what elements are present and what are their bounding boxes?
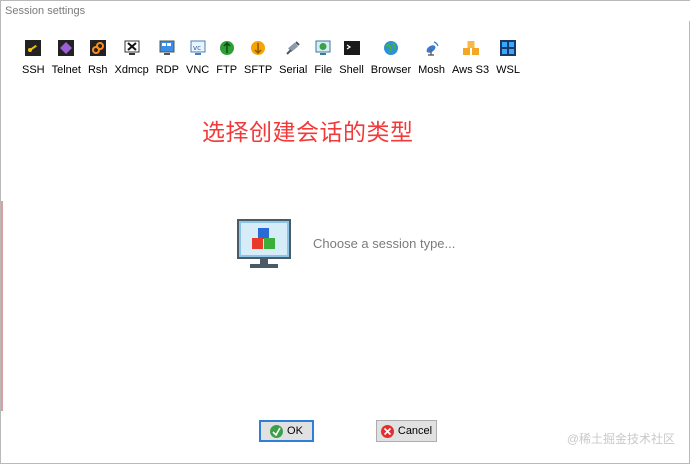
- serial-icon: [284, 39, 302, 57]
- tool-label: VNC: [186, 64, 210, 76]
- ok-label: OK: [287, 425, 303, 437]
- tool-wsl[interactable]: WSL: [496, 39, 520, 77]
- tool-xdmcp[interactable]: Xdmcp: [115, 39, 149, 77]
- tool-label: Telnet: [51, 64, 81, 76]
- watermark: @稀土掘金技术社区: [566, 432, 675, 446]
- tool-label: Shell: [339, 64, 364, 76]
- tool-label: SFTP: [244, 64, 273, 76]
- tool-label: Browser: [370, 64, 412, 76]
- tool-ftp[interactable]: FTP: [216, 39, 237, 77]
- ssh-icon: [24, 39, 42, 57]
- tool-label: Serial: [279, 64, 308, 76]
- tool-label: Rsh: [87, 64, 108, 76]
- tool-label: WSL: [496, 64, 520, 76]
- tool-serial[interactable]: Serial: [279, 39, 307, 77]
- session-type-placeholder-icon: [237, 219, 291, 269]
- ftp-icon: [218, 39, 236, 57]
- cancel-label: Cancel: [397, 425, 433, 437]
- window-edge: [1, 201, 3, 411]
- rsh-icon: [89, 39, 107, 57]
- tool-label: Xdmcp: [114, 64, 149, 76]
- svg-text:vc: vc: [193, 44, 201, 52]
- cancel-button[interactable]: Cancel: [376, 420, 437, 442]
- page-heading: 选择创建会话的类型: [202, 119, 414, 145]
- tool-label: Aws S3: [452, 64, 490, 76]
- shell-icon: [343, 39, 361, 57]
- tool-sftp[interactable]: SFTP: [244, 39, 272, 77]
- wsl-icon: [499, 39, 517, 57]
- tool-shell[interactable]: Shell: [339, 39, 364, 77]
- tool-telnet[interactable]: Telnet: [52, 39, 81, 77]
- tool-label: SSH: [22, 64, 45, 76]
- window-title: Session settings: [1, 1, 690, 21]
- session-settings-window: Session settings SSH Telnet Rsh Xdmcp RD…: [0, 0, 690, 464]
- xdmcp-icon: [123, 39, 141, 57]
- browser-icon: [382, 39, 400, 57]
- tool-aws-s3[interactable]: Aws S3: [452, 39, 489, 77]
- tool-rdp[interactable]: RDP: [156, 39, 179, 77]
- tool-label: Mosh: [418, 64, 446, 76]
- vnc-icon: vc: [189, 39, 207, 57]
- aws-s3-icon: [462, 39, 480, 57]
- tool-label: RDP: [155, 64, 180, 76]
- tool-rsh[interactable]: Rsh: [88, 39, 108, 77]
- sftp-icon: [249, 39, 267, 57]
- session-type-toolbar: SSH Telnet Rsh Xdmcp RDP vc VNC FTP SFTP…: [22, 39, 527, 79]
- tool-label: FTP: [216, 64, 238, 76]
- check-icon: [270, 424, 284, 438]
- ok-button[interactable]: OK: [259, 420, 314, 442]
- telnet-icon: [57, 39, 75, 57]
- tool-file[interactable]: File: [314, 39, 332, 77]
- tool-label: File: [314, 64, 333, 76]
- tool-browser[interactable]: Browser: [371, 39, 411, 77]
- tool-mosh[interactable]: Mosh: [418, 39, 445, 77]
- tool-vnc[interactable]: vc VNC: [186, 39, 209, 77]
- tool-ssh[interactable]: SSH: [22, 39, 45, 77]
- rdp-icon: [158, 39, 176, 57]
- file-icon: [314, 39, 332, 57]
- mosh-icon: [423, 39, 441, 57]
- cancel-icon: [380, 424, 394, 438]
- choose-session-type-text: Choose a session type...: [313, 236, 456, 251]
